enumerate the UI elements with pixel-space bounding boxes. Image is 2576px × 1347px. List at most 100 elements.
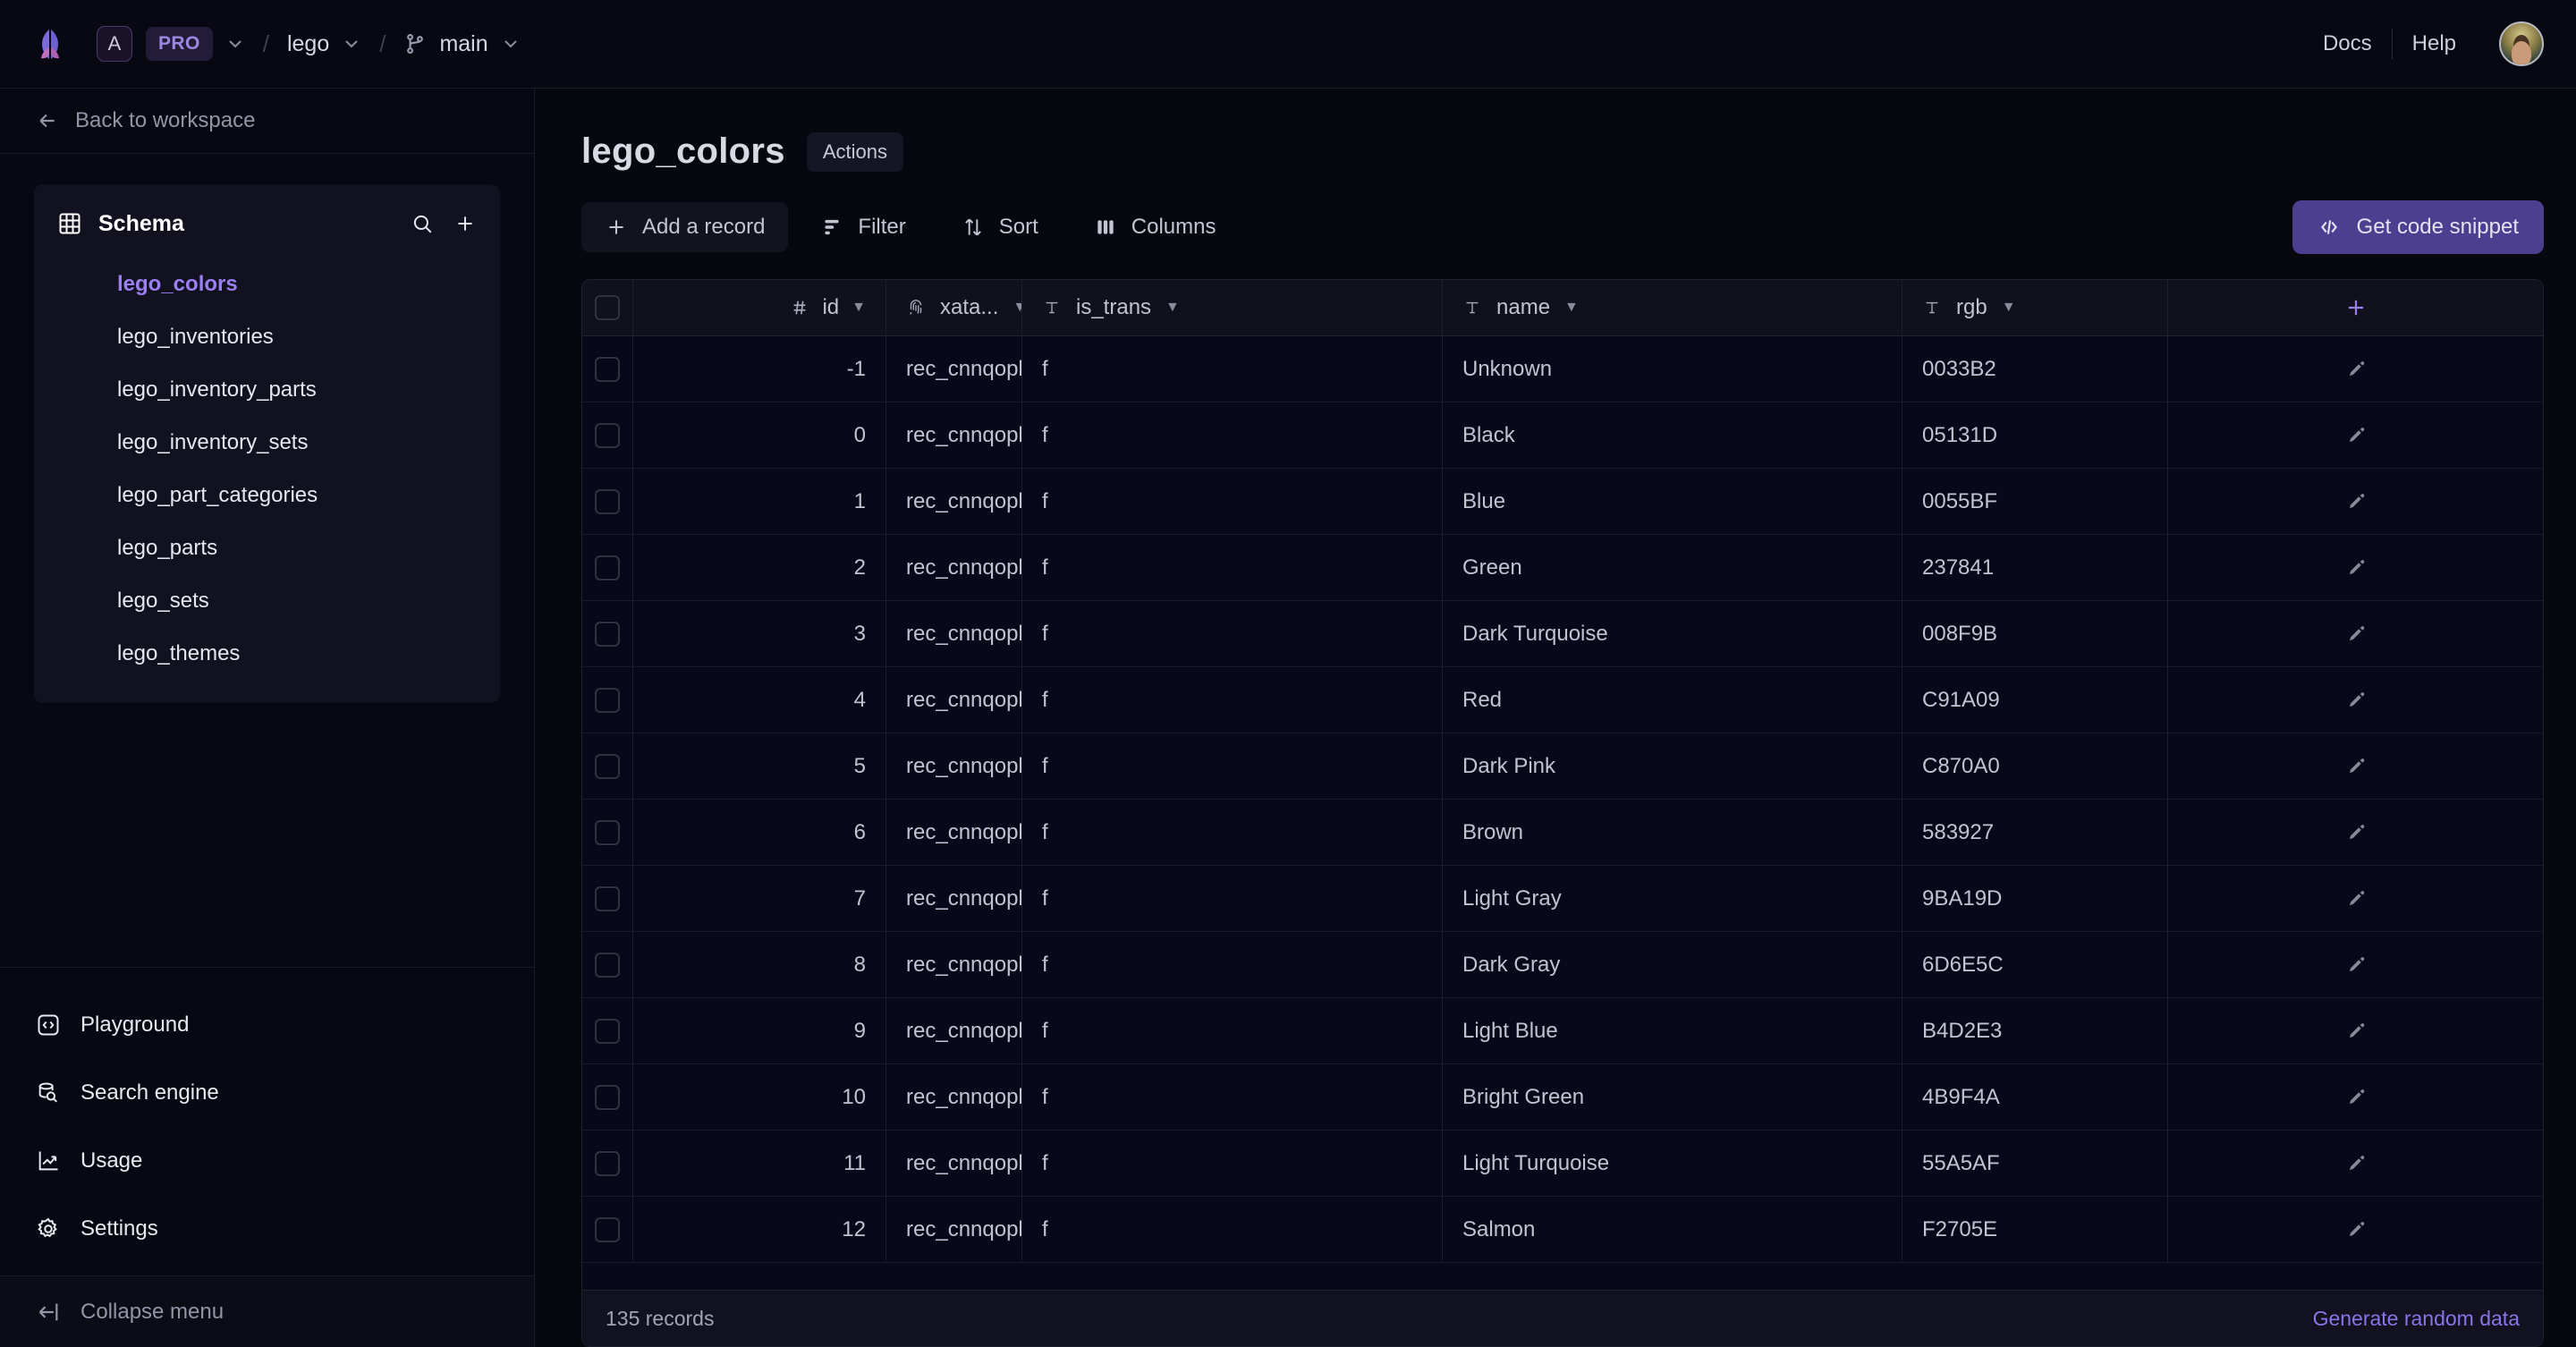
- row-edit-button[interactable]: [2168, 601, 2543, 666]
- row-checkbox[interactable]: [595, 819, 620, 845]
- table-row[interactable]: 8rec_cnnqopl...fDark Gray6D6E5C: [582, 932, 2543, 998]
- filter-button[interactable]: Filter: [797, 202, 928, 252]
- row-checkbox[interactable]: [595, 555, 620, 580]
- row-select-cell[interactable]: [582, 733, 633, 799]
- row-edit-button[interactable]: [2168, 336, 2543, 402]
- get-code-snippet-button[interactable]: Get code snippet: [2292, 200, 2544, 254]
- workspace-badge[interactable]: A: [97, 26, 132, 62]
- row-select-cell[interactable]: [582, 469, 633, 534]
- table-row[interactable]: 0rec_cnnqopl...fBlack05131D: [582, 402, 2543, 469]
- column-header-name[interactable]: name ▼: [1443, 280, 1902, 335]
- sidebar-item-lego_sets[interactable]: lego_sets: [34, 574, 500, 627]
- add-record-button[interactable]: Add a record: [581, 202, 789, 252]
- row-edit-button[interactable]: [2168, 535, 2543, 600]
- avatar[interactable]: [2499, 21, 2544, 66]
- column-header-id[interactable]: id ▼: [633, 280, 886, 335]
- row-select-cell[interactable]: [582, 866, 633, 931]
- chevron-down-icon[interactable]: ▼: [2002, 300, 2016, 316]
- docs-link[interactable]: Docs: [2303, 31, 2392, 56]
- actions-button[interactable]: Actions: [806, 131, 903, 172]
- row-checkbox[interactable]: [595, 1216, 620, 1242]
- row-checkbox[interactable]: [595, 952, 620, 978]
- chevron-down-icon[interactable]: ▼: [1564, 300, 1579, 316]
- row-checkbox[interactable]: [595, 885, 620, 911]
- table-row[interactable]: 5rec_cnnqopl...fDark PinkC870A0: [582, 733, 2543, 800]
- row-checkbox[interactable]: [595, 687, 620, 713]
- sidebar-item-lego_inventories[interactable]: lego_inventories: [34, 310, 500, 363]
- table-row[interactable]: 9rec_cnnqopl...fLight BlueB4D2E3: [582, 998, 2543, 1064]
- row-checkbox[interactable]: [595, 1018, 620, 1044]
- row-select-cell[interactable]: [582, 998, 633, 1063]
- table-row[interactable]: 12rec_cnnqopl...fSalmonF2705E: [582, 1197, 2543, 1263]
- sidebar-item-lego_inventory_parts[interactable]: lego_inventory_parts: [34, 363, 500, 416]
- row-select-cell[interactable]: [582, 1197, 633, 1262]
- table-row[interactable]: 7rec_cnnqopl...fLight Gray9BA19D: [582, 866, 2543, 932]
- row-select-cell[interactable]: [582, 1131, 633, 1196]
- row-checkbox[interactable]: [595, 1084, 620, 1110]
- row-select-cell[interactable]: [582, 800, 633, 865]
- row-select-cell[interactable]: [582, 535, 633, 600]
- table-row[interactable]: 6rec_cnnqopl...fBrown583927: [582, 800, 2543, 866]
- generate-random-data-link[interactable]: Generate random data: [2313, 1307, 2520, 1331]
- row-edit-button[interactable]: [2168, 866, 2543, 931]
- row-checkbox[interactable]: [595, 488, 620, 514]
- row-checkbox[interactable]: [595, 621, 620, 647]
- row-checkbox[interactable]: [595, 1150, 620, 1176]
- table-row[interactable]: 11rec_cnnqopl...fLight Turquoise55A5AF: [582, 1131, 2543, 1197]
- sidebar-item-lego_part_categories[interactable]: lego_part_categories: [34, 469, 500, 521]
- row-select-cell[interactable]: [582, 932, 633, 997]
- table-row[interactable]: -1rec_cnnqopl...fUnknown0033B2: [582, 336, 2543, 402]
- row-edit-button[interactable]: [2168, 1131, 2543, 1196]
- plus-icon[interactable]: [453, 212, 477, 235]
- add-column-button[interactable]: [2168, 280, 2543, 335]
- column-header-rgb[interactable]: rgb ▼: [1902, 280, 2168, 335]
- row-select-cell[interactable]: [582, 336, 633, 402]
- sort-button[interactable]: Sort: [938, 202, 1062, 252]
- columns-button[interactable]: Columns: [1071, 202, 1240, 252]
- collapse-menu-button[interactable]: Collapse menu: [0, 1275, 534, 1347]
- row-edit-button[interactable]: [2168, 733, 2543, 799]
- sidebar-item-settings[interactable]: Settings: [0, 1195, 534, 1263]
- help-link[interactable]: Help: [2393, 31, 2476, 56]
- sidebar-item-search-engine[interactable]: Search engine: [0, 1059, 534, 1127]
- row-select-cell[interactable]: [582, 1064, 633, 1130]
- column-header-is_trans[interactable]: is_trans ▼: [1022, 280, 1443, 335]
- row-edit-button[interactable]: [2168, 800, 2543, 865]
- row-edit-button[interactable]: [2168, 932, 2543, 997]
- row-edit-button[interactable]: [2168, 1064, 2543, 1130]
- breadcrumb-database[interactable]: lego: [287, 31, 329, 57]
- row-select-cell[interactable]: [582, 667, 633, 733]
- row-edit-button[interactable]: [2168, 1197, 2543, 1262]
- row-checkbox[interactable]: [595, 753, 620, 779]
- chevron-down-icon[interactable]: ▼: [1013, 300, 1021, 316]
- sidebar-item-lego_inventory_sets[interactable]: lego_inventory_sets: [34, 416, 500, 469]
- sidebar-item-lego_themes[interactable]: lego_themes: [34, 627, 500, 680]
- row-edit-button[interactable]: [2168, 998, 2543, 1063]
- row-edit-button[interactable]: [2168, 667, 2543, 733]
- chevron-down-icon[interactable]: ▼: [1165, 300, 1180, 316]
- chevron-down-icon[interactable]: [225, 34, 245, 54]
- select-all-checkbox[interactable]: [595, 295, 620, 320]
- breadcrumb-branch[interactable]: main: [439, 31, 487, 57]
- table-row[interactable]: 3rec_cnnqopl...fDark Turquoise008F9B: [582, 601, 2543, 667]
- row-select-cell[interactable]: [582, 402, 633, 468]
- chevron-down-icon[interactable]: ▼: [852, 300, 866, 316]
- chevron-down-icon[interactable]: [342, 34, 361, 54]
- select-all-header[interactable]: [582, 280, 633, 335]
- row-checkbox[interactable]: [595, 356, 620, 382]
- plan-badge[interactable]: PRO: [146, 27, 213, 61]
- table-row[interactable]: 1rec_cnnqopl...fBlue0055BF: [582, 469, 2543, 535]
- sidebar-item-lego_colors[interactable]: lego_colors: [34, 258, 500, 310]
- column-header-xata[interactable]: xata... ▼: [886, 280, 1022, 335]
- row-edit-button[interactable]: [2168, 402, 2543, 468]
- row-edit-button[interactable]: [2168, 469, 2543, 534]
- sidebar-item-lego_parts[interactable]: lego_parts: [34, 521, 500, 574]
- row-checkbox[interactable]: [595, 422, 620, 448]
- xata-butterfly-logo[interactable]: [30, 24, 70, 64]
- sidebar-item-playground[interactable]: Playground: [0, 991, 534, 1059]
- back-to-workspace-button[interactable]: Back to workspace: [0, 89, 534, 154]
- table-row[interactable]: 10rec_cnnqopl...fBright Green4B9F4A: [582, 1064, 2543, 1131]
- chevron-down-icon[interactable]: [501, 34, 521, 54]
- row-select-cell[interactable]: [582, 601, 633, 666]
- table-row[interactable]: 2rec_cnnqopl...fGreen237841: [582, 535, 2543, 601]
